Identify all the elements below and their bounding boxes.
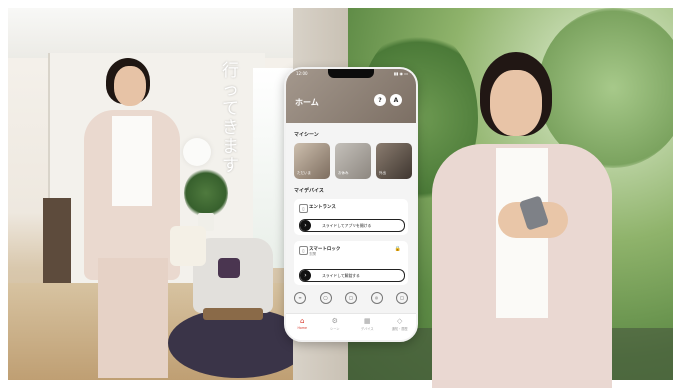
scene-card[interactable]: ただいま bbox=[294, 143, 330, 179]
handbag bbox=[170, 226, 206, 266]
door-icon: ▯ bbox=[299, 204, 308, 213]
slide-to-unlock-control[interactable]: › スライドして解錠する bbox=[299, 269, 405, 282]
lock-device-icon: ▯ bbox=[299, 246, 308, 255]
scene-card[interactable]: 外出 bbox=[376, 143, 412, 179]
phone-notch bbox=[328, 69, 374, 78]
slide-knob-icon[interactable]: › bbox=[300, 270, 311, 281]
tab-label: シーン bbox=[330, 327, 340, 331]
scene-card[interactable]: お休み bbox=[335, 143, 371, 179]
face bbox=[114, 66, 146, 106]
face bbox=[490, 70, 542, 136]
armchair-base bbox=[203, 308, 263, 320]
slide-to-open-control[interactable]: › スライドしてアプリを開ける bbox=[299, 219, 405, 232]
scene-label: お休み bbox=[338, 171, 349, 175]
status-time: 12:00 bbox=[296, 71, 308, 76]
tab-notifications[interactable]: ◇ 通知・履歴 bbox=[389, 317, 411, 331]
section-title-scenes: マイシーン bbox=[294, 132, 319, 138]
app-body: マイシーン ただいま お休み 外出 マイデバイス ▯ エントランス › スライド… bbox=[286, 123, 416, 313]
bottom-tab-bar: ⌂ Home ⚙ シーン ▦ デバイス ◇ 通知・履歴 bbox=[286, 313, 416, 340]
slide-knob-icon[interactable]: › bbox=[300, 220, 311, 231]
app-header: 12:00 ▮▮ ◉ ▭ ホーム ? A bbox=[286, 69, 416, 123]
utility-icon[interactable]: ◎ bbox=[370, 292, 383, 304]
utility-icon[interactable]: ◯ bbox=[345, 292, 357, 304]
tab-devices[interactable]: ▦ デバイス bbox=[356, 317, 378, 331]
device-location: 玄関 bbox=[309, 252, 316, 256]
home-icon: ⌂ bbox=[300, 317, 305, 325]
ceiling bbox=[8, 8, 293, 58]
vertical-caption: 行ってきます bbox=[222, 61, 239, 176]
cushion bbox=[218, 258, 240, 278]
notification-icon: ◇ bbox=[397, 317, 403, 325]
account-button[interactable]: A bbox=[390, 94, 402, 106]
utility-icon[interactable]: ≡ bbox=[294, 292, 306, 304]
devices-icon: ▦ bbox=[363, 317, 371, 325]
phone-mockup: 12:00 ▮▮ ◉ ▭ ホーム ? A マイシーン ただいま お休み 外出 マ… bbox=[284, 67, 418, 342]
tab-label: デバイス bbox=[360, 327, 374, 331]
status-icons: ▮▮ ◉ ▭ bbox=[393, 71, 408, 76]
tab-scenes[interactable]: ⚙ シーン bbox=[324, 317, 346, 331]
tab-label: 通知・履歴 bbox=[391, 327, 408, 331]
scene-label: 外出 bbox=[379, 171, 386, 175]
scene-label: ただいま bbox=[297, 171, 311, 175]
utility-icon[interactable]: ◯ bbox=[319, 292, 332, 304]
device-card-entrance[interactable]: ▯ エントランス › スライドしてアプリを開ける bbox=[294, 199, 408, 235]
scene-icon: ⚙ bbox=[331, 317, 338, 325]
woman-using-phone bbox=[428, 52, 628, 388]
quick-utility-row: ≡ ◯ ◯ ◎ ◯ bbox=[294, 291, 408, 305]
top bbox=[112, 116, 152, 206]
tab-home[interactable]: ⌂ Home bbox=[291, 317, 313, 330]
device-card-smartlock[interactable]: ▯ スマートロック 玄関 🔒 › スライドして解錠する bbox=[294, 241, 408, 285]
slide-label: スライドしてアプリを開ける bbox=[322, 223, 372, 228]
tab-label: Home bbox=[297, 326, 307, 330]
slide-label: スライドして解錠する bbox=[322, 273, 360, 278]
scene-list: ただいま お休み 外出 bbox=[294, 143, 412, 179]
lock-status-icon: 🔒 bbox=[394, 246, 401, 252]
section-title-devices: マイデバイス bbox=[294, 188, 324, 194]
promo-composite: 行ってきます 12:00 ▮▮ ◉ ▭ ホーム ? A マイシーン ただいま お… bbox=[0, 0, 681, 388]
trousers bbox=[98, 258, 168, 378]
help-button[interactable]: ? bbox=[374, 94, 386, 106]
woman-leaving-home bbox=[70, 58, 206, 378]
page-title: ホーム bbox=[295, 98, 319, 107]
device-name: エントランス bbox=[309, 205, 336, 210]
utility-icon[interactable]: ◯ bbox=[396, 292, 408, 304]
